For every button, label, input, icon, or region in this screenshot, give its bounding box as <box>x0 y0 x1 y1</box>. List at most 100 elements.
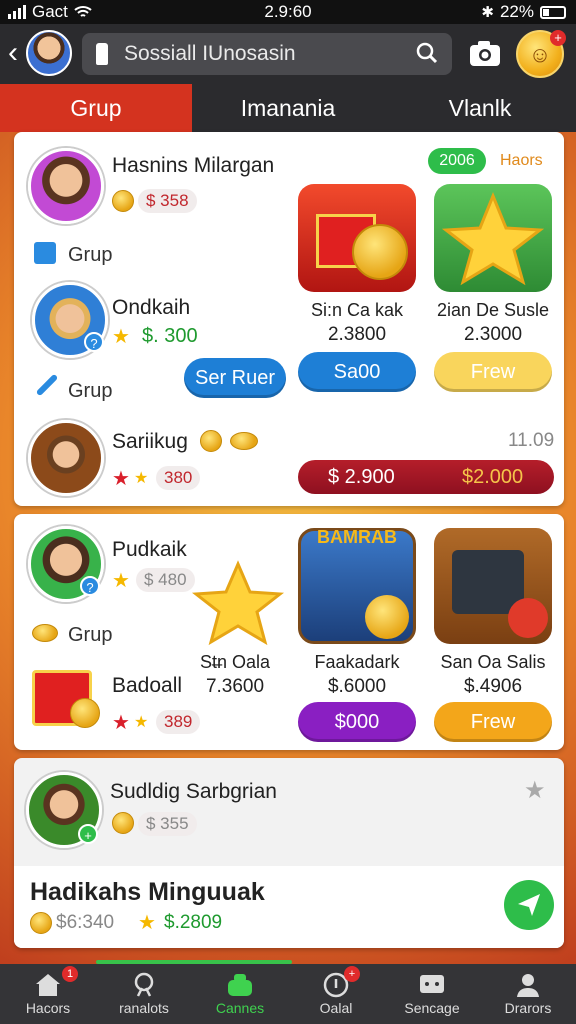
add-coins-badge[interactable]: + <box>550 30 566 46</box>
tile-caption: St̶n Oala <box>199 652 271 672</box>
user-amount: $ 480 <box>136 568 195 592</box>
summary-panel: Hadikahs Minguuak $6:340 ★ $.2809 <box>14 866 564 948</box>
star-icon: ★ <box>112 570 130 592</box>
price-right: $2.000 <box>462 466 524 488</box>
hours-label: Haors <box>500 152 543 169</box>
star-icon: ★ <box>112 468 130 490</box>
help-badge: ? <box>84 332 104 352</box>
free-button[interactable]: Frew <box>434 702 552 742</box>
user-amount: $ 355 <box>138 812 197 836</box>
tab-vlanlk[interactable]: Vlanlk <box>384 84 576 132</box>
tab-grup[interactable]: Grup <box>0 84 192 132</box>
purple-buy-button[interactable]: $000 <box>298 702 416 742</box>
camera-icon[interactable] <box>468 38 502 68</box>
summary-amount-2: $.2809 <box>164 912 223 933</box>
star-tile-icon[interactable] <box>434 184 552 292</box>
user-icon <box>517 974 539 997</box>
user-name: Hasnins Milargan <box>112 154 275 177</box>
profile-avatar[interactable] <box>26 30 72 76</box>
nav-label: Oalal <box>319 1000 353 1016</box>
bluetooth-icon: ✱ <box>481 4 494 21</box>
user-name: Sariikug <box>112 430 188 453</box>
user-amount: $ 358 <box>138 189 197 213</box>
user-amount: $. 300 <box>142 325 198 347</box>
coin-icon <box>112 190 134 212</box>
slot-tile-icon[interactable] <box>434 528 552 644</box>
coin-icon <box>30 912 52 934</box>
side-value: 11.09 <box>508 430 555 451</box>
tile-caption: Si:n Ca kak <box>310 300 404 320</box>
nav-label: Cannes <box>215 1000 265 1016</box>
user-name: Pudkaik <box>112 538 187 561</box>
battery-percent: 22% <box>499 2 534 21</box>
brush-icon <box>35 373 59 397</box>
blue-buy-button[interactable]: Sa00 <box>298 352 416 392</box>
star-icon: ★ <box>134 714 149 731</box>
chat-icon <box>420 975 444 993</box>
avatar[interactable] <box>28 148 104 224</box>
nav-item-games[interactable]: Cannes <box>192 964 288 1024</box>
search-text[interactable]: Sossiall IUnosasin <box>124 42 296 66</box>
tile-value: $.4906 <box>463 676 523 697</box>
tile-value: 2.3800 <box>327 324 387 345</box>
back-arrow-icon[interactable]: ‹ <box>8 38 18 68</box>
level-badge: 2006 <box>428 148 486 174</box>
online-badge: + <box>78 824 98 844</box>
star-icon <box>190 558 286 646</box>
star-icon: ★ <box>134 470 149 487</box>
search-icon <box>134 972 154 997</box>
notification-badge: + <box>344 966 360 982</box>
search-bar[interactable]: Sossiall IUnosasin <box>82 33 452 75</box>
coin-icon <box>230 432 258 450</box>
group-card-2: ? Pudkaik ★ $ 480 Grup Badoall ★ ★ 389 B… <box>14 514 564 750</box>
tab-imanania[interactable]: Imanania <box>192 84 384 132</box>
nav-item-search[interactable]: ranalots <box>96 964 192 1024</box>
gamepad-icon <box>228 974 252 996</box>
section-label: Grup <box>68 244 113 266</box>
tile-value: 7.3600 <box>205 676 265 697</box>
summary-amount-1: $6:340 <box>56 912 115 933</box>
top-header: ‹ Sossiall IUnosasin ☺ + <box>0 24 576 84</box>
nav-item-messages[interactable]: Sencage <box>384 964 480 1024</box>
nav-item-profile[interactable]: Drarors <box>480 964 576 1024</box>
nav-item-home[interactable]: 1 Hacors <box>0 964 96 1024</box>
bottle-icon <box>96 43 108 65</box>
price-bar[interactable]: $ 2.900 $2.000 <box>298 460 554 494</box>
star-icon: ★ <box>112 326 130 348</box>
search-icon[interactable] <box>416 42 438 64</box>
avatar[interactable] <box>28 420 104 496</box>
home-icon <box>36 974 60 996</box>
nav-label: Drarors <box>504 1000 552 1016</box>
price-left: $ 2.900 <box>328 466 395 488</box>
nav-item-info[interactable]: + Oalal <box>288 964 384 1024</box>
battery-icon <box>540 5 566 19</box>
bottom-nav: 1 Hacors ranalots Cannes + Oalal Sencage… <box>0 964 576 1024</box>
coin-icon <box>200 430 222 452</box>
nav-label: Sencage <box>404 1000 460 1016</box>
user-amount: 389 <box>156 710 201 734</box>
free-button[interactable]: Frew <box>434 352 552 392</box>
nav-label: Hacors <box>25 1000 71 1016</box>
section-label: Grup <box>68 624 113 646</box>
treasure-tile-icon[interactable]: BAMRAB <box>298 527 416 644</box>
group-card-3: + Sudldig Sarbgrian $ 355 ★ Hadikahs Min… <box>14 758 564 948</box>
tile-value: $.6000 <box>327 676 387 697</box>
status-bar: Gact 2.9:60 ✱ 22% <box>0 0 576 24</box>
user-name: Ondkaih <box>112 296 191 319</box>
help-badge: ? <box>80 576 100 596</box>
gift-tile-icon[interactable] <box>298 184 416 292</box>
tile-value: 2.3000 <box>463 324 523 345</box>
favorite-star-icon[interactable]: ★ <box>524 776 546 805</box>
smiley-coin-icon: ☺ <box>528 42 552 67</box>
tile-caption: San Oa Salis <box>440 652 546 672</box>
nav-label: ranalots <box>119 1000 169 1016</box>
send-request-button[interactable]: Ser Ruer <box>184 358 286 398</box>
section-label: Grup <box>68 380 113 402</box>
coin-wallet-button[interactable]: ☺ + <box>516 30 566 78</box>
notification-badge: 1 <box>62 966 78 982</box>
tile-caption: Faakadark <box>314 652 400 672</box>
send-button[interactable] <box>504 880 554 930</box>
star-icon: ★ <box>138 912 156 934</box>
tab-bar: Grup Imanania Vlanlk <box>0 84 576 132</box>
summary-title: Hadikahs Minguuak <box>30 878 265 906</box>
